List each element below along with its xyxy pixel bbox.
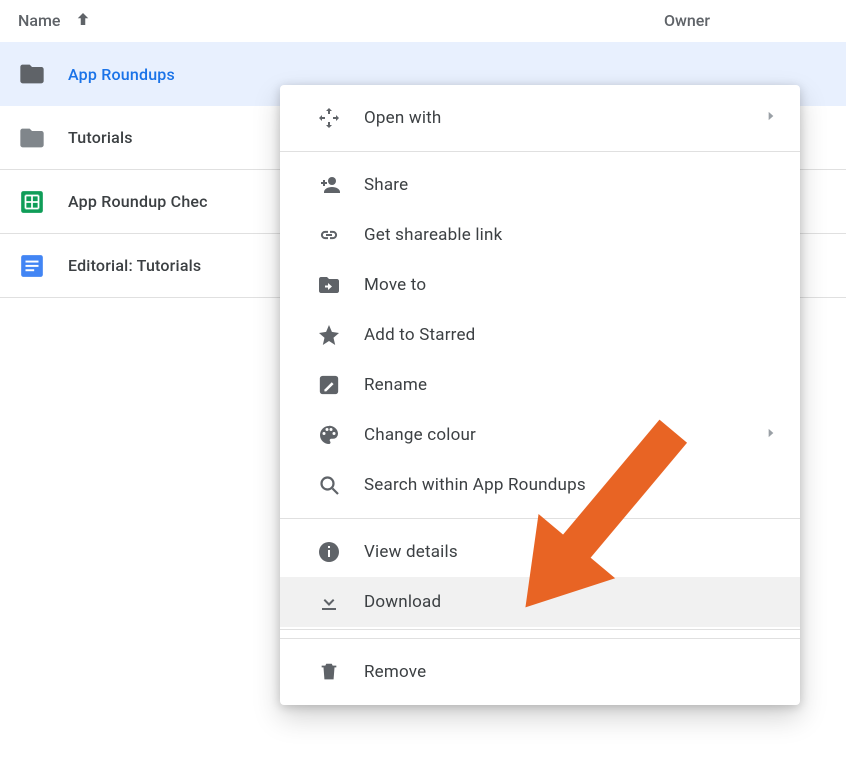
- link-icon: [316, 222, 342, 248]
- menu-label: Search within App Roundups: [364, 475, 586, 495]
- menu-share[interactable]: Share: [280, 160, 800, 210]
- menu-divider: [280, 638, 800, 639]
- chevron-right-icon: [764, 108, 778, 128]
- menu-download[interactable]: Download: [280, 577, 800, 627]
- menu-label: Rename: [364, 375, 427, 395]
- trash-icon: [316, 659, 342, 685]
- menu-search-within[interactable]: Search within App Roundups: [280, 460, 800, 510]
- rename-icon: [316, 372, 342, 398]
- folder-icon: [18, 124, 46, 152]
- menu-label: View details: [364, 542, 458, 562]
- menu-open-with[interactable]: Open with: [280, 93, 800, 143]
- column-owner[interactable]: Owner: [664, 11, 830, 30]
- person-add-icon: [316, 172, 342, 198]
- search-icon: [316, 472, 342, 498]
- download-icon: [316, 589, 342, 615]
- menu-label: Download: [364, 592, 441, 612]
- menu-rename[interactable]: Rename: [280, 360, 800, 410]
- sheets-icon: [18, 188, 46, 216]
- menu-label: Get shareable link: [364, 225, 502, 245]
- file-label: Editorial: Tutorials: [68, 256, 201, 275]
- list-header: Name Owner: [0, 0, 846, 41]
- menu-label: Add to Starred: [364, 325, 475, 345]
- move-folder-icon: [316, 272, 342, 298]
- column-owner-label: Owner: [664, 11, 710, 30]
- menu-label: Change colour: [364, 425, 476, 445]
- column-name-label: Name: [18, 11, 60, 30]
- file-label: Tutorials: [68, 128, 133, 147]
- star-icon: [316, 322, 342, 348]
- context-menu: Open with Share Get shareable link Move …: [280, 85, 800, 705]
- menu-change-colour[interactable]: Change colour: [280, 410, 800, 460]
- sort-arrow-up-icon: [74, 10, 92, 31]
- menu-divider: [280, 518, 800, 519]
- menu-label: Open with: [364, 108, 442, 128]
- menu-label: Move to: [364, 275, 426, 295]
- menu-view-details[interactable]: View details: [280, 527, 800, 577]
- folder-icon: [18, 60, 46, 88]
- menu-divider: [280, 629, 800, 630]
- column-name[interactable]: Name: [18, 10, 92, 31]
- open-with-icon: [316, 105, 342, 131]
- menu-remove[interactable]: Remove: [280, 647, 800, 697]
- menu-divider: [280, 151, 800, 152]
- file-label: App Roundup Chec: [68, 192, 208, 211]
- info-icon: [316, 539, 342, 565]
- docs-icon: [18, 252, 46, 280]
- chevron-right-icon: [764, 425, 778, 445]
- palette-icon: [316, 422, 342, 448]
- menu-label: Share: [364, 175, 408, 195]
- menu-add-starred[interactable]: Add to Starred: [280, 310, 800, 360]
- file-label: App Roundups: [68, 65, 175, 84]
- menu-get-link[interactable]: Get shareable link: [280, 210, 800, 260]
- menu-move-to[interactable]: Move to: [280, 260, 800, 310]
- menu-label: Remove: [364, 662, 426, 682]
